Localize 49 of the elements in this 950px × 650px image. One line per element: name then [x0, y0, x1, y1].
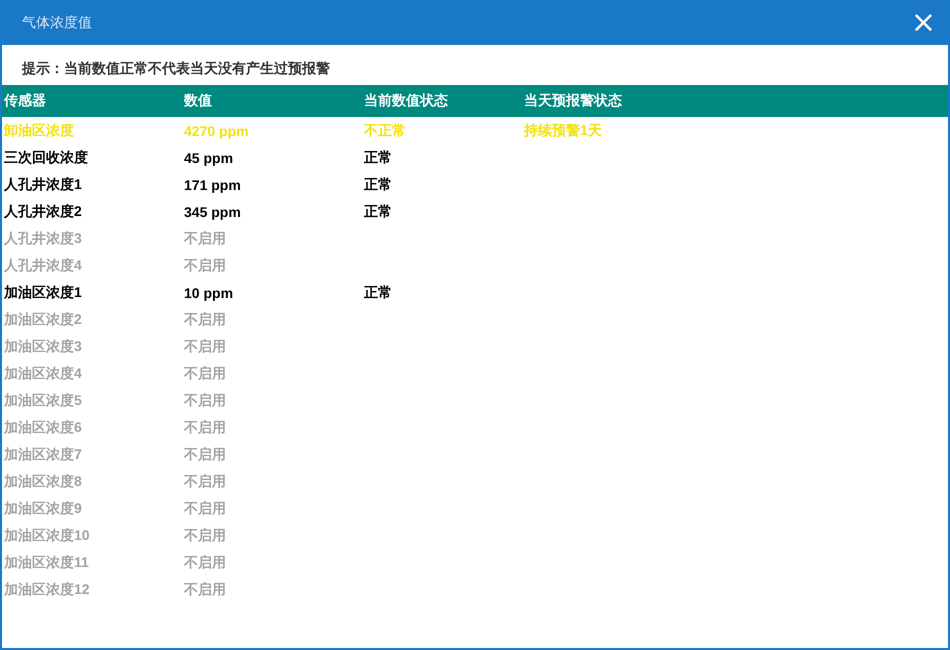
- table-cell-text: 不启用: [182, 310, 227, 328]
- table-cell-text: 加油区浓度7: [2, 446, 83, 464]
- table-cell-text: 人孔井浓度3: [2, 230, 83, 248]
- table-cell-text: 不启用: [182, 500, 227, 518]
- table-cell-text: 不启用: [182, 418, 227, 436]
- table-cell-text: 正常: [363, 202, 393, 220]
- table-cell-text: 加油区浓度10: [2, 526, 91, 544]
- table-cell-text: 不启用: [182, 446, 227, 464]
- table-cell-text: 345 ppm: [183, 204, 242, 220]
- table-cell-text: 正常: [363, 176, 393, 194]
- column-header: 传感器: [2, 92, 47, 110]
- table-cell-text: 加油区浓度1: [2, 284, 83, 302]
- table-cell-text: 持续预警1天: [522, 122, 603, 140]
- table-cell-text: 加油区浓度3: [2, 338, 83, 356]
- table-cell-text: 加油区浓度11: [2, 554, 90, 572]
- table-cell-text: 正常: [363, 284, 393, 302]
- table-cell-text: 4270 ppm: [183, 122, 250, 138]
- table-cell-text: 加油区浓度9: [2, 500, 83, 518]
- table-cell-text: 45 ppm: [183, 150, 234, 166]
- table-cell-text: 不启用: [182, 338, 227, 356]
- table-cell-text: 人孔井浓度1: [2, 176, 83, 194]
- table-cell-text: 三次回收浓度: [3, 148, 89, 166]
- table-cell-text: 不启用: [182, 256, 227, 274]
- table-cell-text: 不启用: [182, 230, 227, 248]
- column-header: 数值: [182, 92, 213, 110]
- table-cell-text: 加油区浓度4: [2, 364, 83, 382]
- table-cell-text: 加油区浓度6: [2, 418, 83, 436]
- hint-text: 提示：当前数值正常不代表当天没有产生过预报警: [20, 59, 331, 78]
- table-cell-text: 加油区浓度12: [2, 580, 91, 598]
- close-button[interactable]: ×: [910, 8, 936, 38]
- table-cell-text: 卸油区浓度: [2, 122, 75, 140]
- table-cell-text: 不正常: [362, 122, 407, 140]
- table-cell-text: 加油区浓度8: [2, 472, 83, 490]
- table-cell-text: 不启用: [182, 554, 227, 572]
- table-cell-text: 人孔井浓度2: [2, 202, 83, 220]
- column-header: 当前数值状态: [363, 92, 449, 110]
- table-cell-text: 人孔井浓度4: [2, 256, 83, 274]
- table-cell-text: 正常: [363, 148, 393, 166]
- table-cell-text: 10 ppm: [183, 284, 234, 300]
- table-cell-text: 不启用: [182, 472, 227, 490]
- table-cell-text: 不启用: [182, 580, 227, 598]
- table-cell-text: 加油区浓度5: [2, 392, 83, 410]
- window-title: 气体浓度值: [22, 14, 92, 32]
- table-cell-text: 不启用: [182, 526, 227, 544]
- table-cell-text: 不启用: [182, 364, 227, 382]
- table-cell-text: 不启用: [182, 392, 227, 410]
- table-cell-text: 加油区浓度2: [2, 310, 83, 328]
- column-header: 当天预报警状态: [523, 92, 623, 110]
- table-cell-text: 171 ppm: [183, 176, 242, 192]
